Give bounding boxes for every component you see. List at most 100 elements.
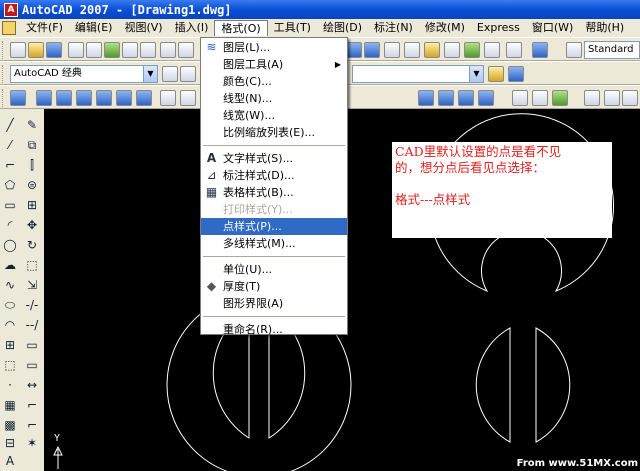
menu-item-units[interactable]: 单位(U)...: [201, 261, 347, 278]
menu-item-drawing-limits[interactable]: 图形界限(A): [201, 295, 347, 312]
menu-view[interactable]: 视图(V): [118, 20, 168, 36]
trim-icon[interactable]: -/-: [24, 297, 40, 313]
chamfer-icon[interactable]: ↔: [24, 377, 40, 393]
walk-icon[interactable]: [622, 90, 638, 106]
menu-item-color[interactable]: 颜色(C)...: [201, 73, 347, 90]
hatch-icon[interactable]: ▦: [2, 397, 18, 413]
menu-file[interactable]: 文件(F): [20, 20, 69, 36]
construction-line-icon[interactable]: ⁄: [2, 137, 18, 153]
torus-icon[interactable]: [116, 90, 132, 106]
ellipse-icon[interactable]: ⬭: [2, 297, 18, 313]
cut-icon[interactable]: [160, 42, 176, 58]
save-icon[interactable]: [46, 42, 62, 58]
save-workspace-icon[interactable]: [180, 66, 196, 82]
help-icon[interactable]: [532, 42, 548, 58]
menu-dimension[interactable]: 标注(N): [368, 20, 419, 36]
menu-item-rename[interactable]: 重命名(R)...: [201, 321, 347, 338]
break-icon[interactable]: ▭: [24, 337, 40, 353]
array-icon[interactable]: ⊞: [24, 197, 40, 213]
publish-icon[interactable]: [104, 42, 120, 58]
view-right-icon[interactable]: [478, 90, 494, 106]
menu-item-layer[interactable]: ≋ 图层(L)...: [201, 39, 347, 56]
open-file-icon[interactable]: [28, 42, 44, 58]
menu-draw[interactable]: 绘图(D): [317, 20, 368, 36]
sphere-icon[interactable]: [76, 90, 92, 106]
zoom-window-icon[interactable]: [364, 42, 380, 58]
zoom-realtime-icon[interactable]: [346, 42, 362, 58]
free-orbit-icon[interactable]: [532, 90, 548, 106]
chevron-down-icon[interactable]: ▼: [469, 66, 483, 82]
copy-icon[interactable]: [178, 42, 194, 58]
menu-format[interactable]: 格式(O): [214, 20, 268, 36]
properties-icon[interactable]: [404, 42, 420, 58]
rectangle-icon[interactable]: ▭: [2, 197, 18, 213]
document-icon[interactable]: [2, 21, 16, 35]
text-style-toolbar-icon[interactable]: [566, 42, 582, 58]
pyramid-icon[interactable]: [136, 90, 152, 106]
explode-object-icon[interactable]: ✶: [24, 435, 40, 451]
menu-item-lineweight[interactable]: 线宽(W)...: [201, 107, 347, 124]
scale-icon[interactable]: ⬚: [24, 257, 40, 273]
make-block-icon[interactable]: ⬚: [2, 357, 18, 373]
layer-previous-icon[interactable]: [508, 66, 524, 82]
text-style-combo[interactable]: Standard: [584, 41, 640, 59]
print-icon[interactable]: [68, 42, 84, 58]
workspace-settings-icon[interactable]: [162, 66, 178, 82]
insert-block-icon[interactable]: ⊞: [2, 337, 18, 353]
explode-icon[interactable]: ⌐: [24, 417, 40, 433]
circle-icon[interactable]: ◯: [2, 237, 18, 253]
markup-icon[interactable]: [484, 42, 500, 58]
menu-item-linetype[interactable]: 线型(N)...: [201, 90, 347, 107]
toolbar-grip[interactable]: [2, 41, 5, 59]
gradient-icon[interactable]: ▩: [2, 417, 18, 433]
move-icon[interactable]: ✥: [24, 217, 40, 233]
view-top-icon[interactable]: [418, 90, 434, 106]
menu-edit[interactable]: 编辑(E): [69, 20, 119, 36]
view-bottom-icon[interactable]: [438, 90, 454, 106]
menu-item-multiline-style[interactable]: 多线样式(M)...: [201, 235, 347, 252]
toolbar-grip[interactable]: [2, 65, 5, 83]
toolbar-grip[interactable]: [2, 89, 5, 107]
3d-dwf-icon[interactable]: [140, 42, 156, 58]
box-icon[interactable]: [10, 90, 26, 106]
calculator-icon[interactable]: [506, 42, 522, 58]
chevron-down-icon[interactable]: ▼: [143, 66, 157, 82]
menu-item-layer-tools[interactable]: 图层工具(A) ▶: [201, 56, 347, 73]
menu-modify[interactable]: 修改(M): [419, 20, 471, 36]
revision-cloud-icon[interactable]: ☁: [2, 257, 18, 273]
multiline-text-icon[interactable]: A: [2, 453, 18, 469]
pan-icon[interactable]: [584, 90, 600, 106]
table-icon[interactable]: ⊟: [2, 435, 18, 451]
menu-tools[interactable]: 工具(T): [268, 20, 317, 36]
sheet-set-icon[interactable]: [464, 42, 480, 58]
menu-item-dimension-style[interactable]: ⊿ 标注样式(D)...: [201, 167, 347, 184]
line-icon[interactable]: ╱: [2, 117, 18, 133]
polyline-icon[interactable]: ⌐: [2, 157, 18, 173]
menu-help[interactable]: 帮助(H): [579, 20, 630, 36]
orbit-icon[interactable]: [512, 90, 528, 106]
menu-window[interactable]: 窗口(W): [526, 20, 579, 36]
menu-item-scale-list[interactable]: 比例缩放列表(E)...: [201, 124, 347, 141]
menu-express[interactable]: Express: [471, 20, 526, 36]
plot-icon[interactable]: [122, 42, 138, 58]
layer-combo[interactable]: ▼: [352, 65, 484, 83]
offset-icon[interactable]: ⊜: [24, 177, 40, 193]
menu-item-table-style[interactable]: ▦ 表格样式(B)...: [201, 184, 347, 201]
view-left-icon[interactable]: [458, 90, 474, 106]
zoom-icon[interactable]: [604, 90, 620, 106]
new-file-icon[interactable]: [10, 42, 26, 58]
tool-palettes-icon[interactable]: [444, 42, 460, 58]
copy-object-icon[interactable]: ⧉: [24, 137, 40, 153]
autocad-app-icon[interactable]: A: [4, 2, 18, 17]
mirror-icon[interactable]: ⫿: [24, 157, 40, 173]
arc-icon[interactable]: ◜: [2, 217, 18, 233]
ellipse-arc-icon[interactable]: ◠: [2, 317, 18, 333]
workspace-combo[interactable]: AutoCAD 经典 ▼: [10, 65, 158, 83]
zoom-previous-icon[interactable]: [384, 42, 400, 58]
cylinder-icon[interactable]: [96, 90, 112, 106]
spline-icon[interactable]: ∿: [2, 277, 18, 293]
fillet-icon[interactable]: ⌐: [24, 397, 40, 413]
erase-icon[interactable]: ✎: [24, 117, 40, 133]
rotate-icon[interactable]: ↻: [24, 237, 40, 253]
menu-item-point-style[interactable]: 点样式(P)...: [201, 218, 347, 235]
